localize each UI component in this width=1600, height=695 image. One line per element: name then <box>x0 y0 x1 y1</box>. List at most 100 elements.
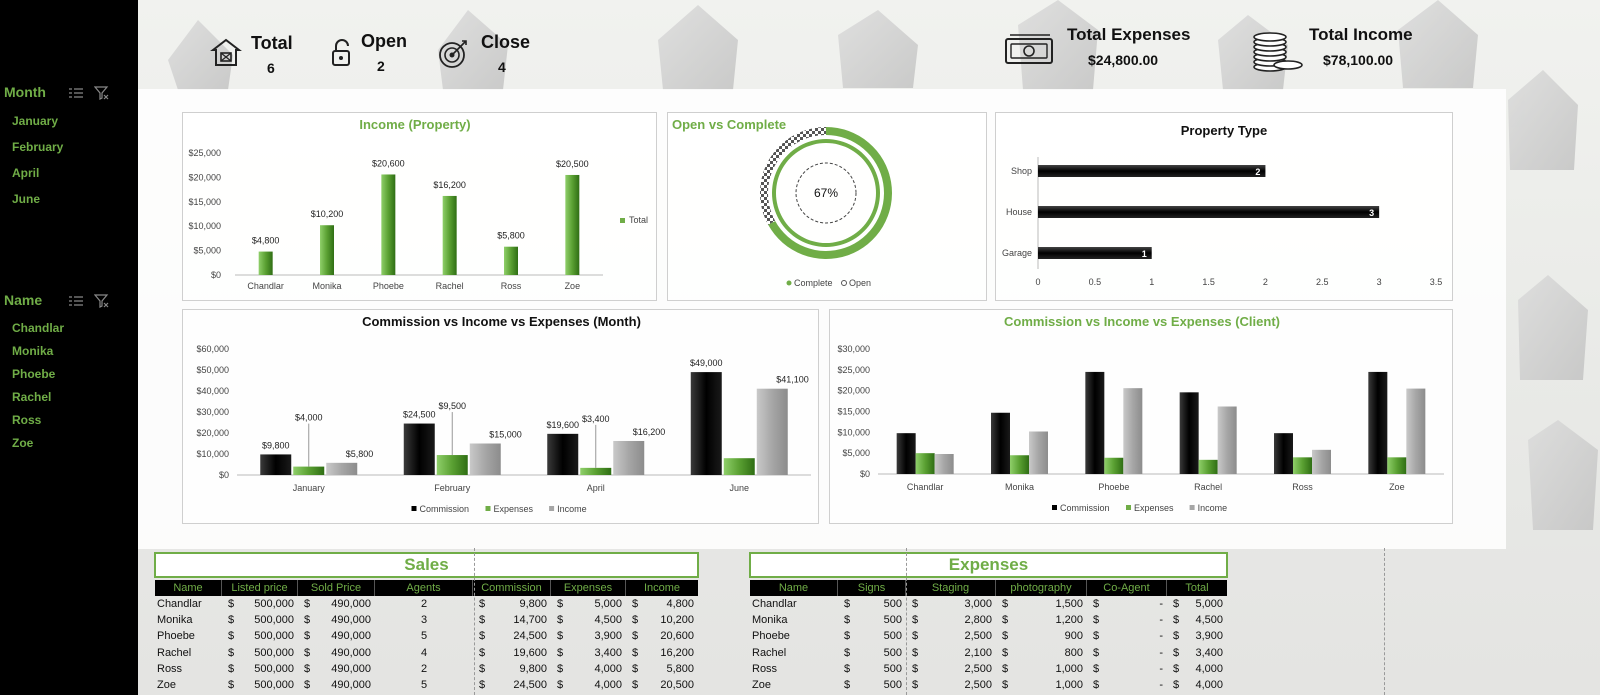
table-cell: 500,000 <box>254 598 294 610</box>
table-cell: 500,000 <box>254 630 294 643</box>
table-cell: - <box>1159 598 1163 610</box>
open-vs-complete-chart: Open vs Complete 67% Complete Open <box>667 112 987 301</box>
legend-label: Complete <box>794 278 833 288</box>
expenses-col-co-agent: Co-Agent <box>1087 580 1167 596</box>
clear-filter-icon[interactable] <box>94 294 110 308</box>
table-cell: 24,500 <box>513 679 547 691</box>
y-tick-label: House <box>1006 207 1032 217</box>
y-tick-label: $0 <box>211 270 221 280</box>
table-cell: 4,000 <box>594 679 622 691</box>
kpi-open-value: 2 <box>377 58 385 74</box>
table-cell: 2,800 <box>964 614 992 627</box>
kpi-close-value: 4 <box>498 59 506 75</box>
client-comparison-chart: Commission vs Income vs Expenses (Client… <box>829 309 1453 524</box>
table-cell: 20,600 <box>660 630 694 643</box>
data-label: $41,100 <box>776 375 809 385</box>
multi-select-icon[interactable] <box>68 86 84 100</box>
table-cell: Zoe <box>752 679 771 691</box>
slicer-item-ross[interactable]: Ross <box>12 413 41 427</box>
bar-expenses <box>436 455 468 475</box>
sidebar: Month January February April June Name C… <box>0 0 138 695</box>
bar-zoe <box>565 174 580 275</box>
x-tick-label: Phoebe <box>1098 482 1129 492</box>
table-cell: 9,800 <box>519 662 547 675</box>
slicer-item-april[interactable]: April <box>12 166 39 180</box>
kpi-expenses-value: $24,800.00 <box>1088 52 1159 68</box>
table-cell: - <box>1159 630 1163 643</box>
bar-house <box>1038 206 1380 218</box>
table-cell: 4,500 <box>594 614 622 627</box>
clear-filter-icon[interactable] <box>94 86 110 100</box>
unlock-icon <box>332 39 350 66</box>
y-tick-label: $15,000 <box>188 197 221 207</box>
x-tick-label: 2.5 <box>1316 277 1329 287</box>
slicer-item-monika[interactable]: Monika <box>12 344 53 358</box>
table-cell: Chandlar <box>157 598 202 610</box>
bar-income <box>1312 449 1331 474</box>
sales-col-agents: Agents <box>375 580 473 596</box>
table-cell: 4,800 <box>666 598 694 610</box>
slicer-item-chandlar[interactable]: Chandlar <box>12 321 64 335</box>
x-tick-label: 1.5 <box>1202 277 1215 287</box>
table-cell: 2 <box>420 662 428 675</box>
y-tick-label: $5,000 <box>842 448 870 458</box>
bar-expenses <box>915 453 935 474</box>
table-cell: 2,500 <box>964 679 992 691</box>
bar-shop <box>1038 165 1266 177</box>
y-tick-label: $40,000 <box>196 386 229 396</box>
table-cell: 5,000 <box>1195 598 1223 610</box>
sales-col-commission: Commission <box>473 580 551 596</box>
x-tick-label: 2 <box>1263 277 1268 287</box>
slicer-item-june[interactable]: June <box>12 192 40 206</box>
sales-col-listed-price: Listed price <box>222 580 298 596</box>
table-cell: 500,000 <box>254 614 294 627</box>
x-tick-label: 0 <box>1035 277 1040 287</box>
bar-income <box>1029 431 1048 474</box>
data-label: $15,000 <box>489 430 522 440</box>
table-cell: 800 <box>1064 646 1083 659</box>
bar-phoebe <box>381 174 396 275</box>
bar-income <box>1217 406 1237 474</box>
cash-icon <box>1005 34 1053 64</box>
legend-label: Open <box>849 278 871 288</box>
bar-income <box>326 462 358 475</box>
legend-swatch <box>1126 505 1131 510</box>
bar-commission <box>547 433 579 475</box>
expenses-col-signs: Signs <box>838 580 906 596</box>
bar-garage <box>1038 247 1152 259</box>
bar-expenses <box>1198 459 1218 474</box>
y-tick-label: $10,000 <box>188 221 221 231</box>
multi-select-icon[interactable] <box>68 294 84 308</box>
expenses-table-title: Expenses <box>749 552 1228 578</box>
month-comparison-chart-svg: Commission vs Income vs Expenses (Month)… <box>196 314 811 514</box>
y-tick-label: $10,000 <box>837 427 870 437</box>
slicer-item-rachel[interactable]: Rachel <box>12 390 51 404</box>
table-cell: 3 <box>420 614 428 627</box>
data-label: $20,600 <box>372 158 405 168</box>
table-cell: 490,000 <box>331 662 371 675</box>
x-tick-label: Rachel <box>436 281 464 291</box>
y-tick-label: $20,000 <box>188 172 221 182</box>
property-type-chart: Property Type 0 0.5 1 1.5 2 2.5 3 3.5 2 Shop 3 House… <box>995 112 1453 301</box>
data-label: $9,800 <box>262 440 290 450</box>
slicer-item-zoe[interactable]: Zoe <box>12 436 33 450</box>
table-cell: 5 <box>420 679 428 691</box>
x-tick-label: Zoe <box>565 281 581 291</box>
table-cell: Chandlar <box>752 598 797 610</box>
month-comparison-chart: Commission vs Income vs Expenses (Month)… <box>182 309 819 524</box>
slicer-item-february[interactable]: February <box>12 140 63 154</box>
chart-title: Income (Property) <box>359 117 470 132</box>
x-tick-label: Ross <box>501 281 522 291</box>
chart-title: Property Type <box>1181 123 1267 138</box>
kpi-total-label: Total <box>251 33 293 53</box>
table-cell: 3,900 <box>594 630 622 643</box>
chart-title: Commission vs Income vs Expenses (Client… <box>1004 314 1280 329</box>
table-cell: 500 <box>883 662 902 675</box>
table-cell: 500 <box>883 679 902 691</box>
slicer-item-phoebe[interactable]: Phoebe <box>12 367 55 381</box>
bar-commission <box>896 433 916 474</box>
table-cell: 500 <box>883 646 902 659</box>
table-cell: 4,500 <box>1195 614 1223 627</box>
y-tick-label: $5,000 <box>193 246 221 256</box>
slicer-item-january[interactable]: January <box>12 114 58 128</box>
